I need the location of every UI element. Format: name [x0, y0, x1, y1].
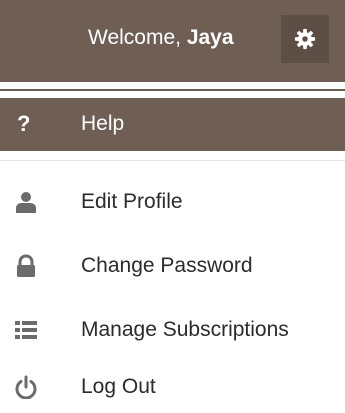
menu-item-log-out-label: Log Out — [81, 375, 156, 398]
menu-item-log-out[interactable]: Log Out — [0, 363, 345, 411]
gear-icon — [294, 28, 316, 50]
menu-separator — [0, 160, 345, 161]
username: Jaya — [186, 26, 234, 49]
settings-button[interactable] — [281, 15, 329, 63]
menu-item-manage-subscriptions[interactable]: Manage Subscriptions — [0, 306, 345, 354]
user-menu-panel: Welcome, Jaya ? Help Edit Profile Change… — [0, 0, 345, 413]
lock-icon — [17, 254, 35, 277]
header-bar: Welcome, Jaya — [0, 0, 345, 82]
welcome-message: Welcome, Jaya — [88, 25, 234, 51]
menu-item-edit-profile[interactable]: Edit Profile — [0, 178, 345, 226]
menu-item-help-label: Help — [81, 112, 125, 135]
menu-item-change-password[interactable]: Change Password — [0, 242, 345, 290]
menu-item-help[interactable]: ? Help — [0, 98, 345, 151]
power-icon — [15, 375, 37, 399]
welcome-prefix: Welcome, — [88, 26, 187, 49]
menu-item-manage-subscriptions-label: Manage Subscriptions — [81, 318, 289, 341]
user-icon — [16, 192, 36, 213]
list-icon — [15, 321, 37, 339]
menu-item-change-password-label: Change Password — [81, 254, 253, 277]
menu-item-edit-profile-label: Edit Profile — [81, 190, 183, 213]
question-icon: ? — [17, 111, 31, 136]
header-divider — [0, 89, 345, 91]
